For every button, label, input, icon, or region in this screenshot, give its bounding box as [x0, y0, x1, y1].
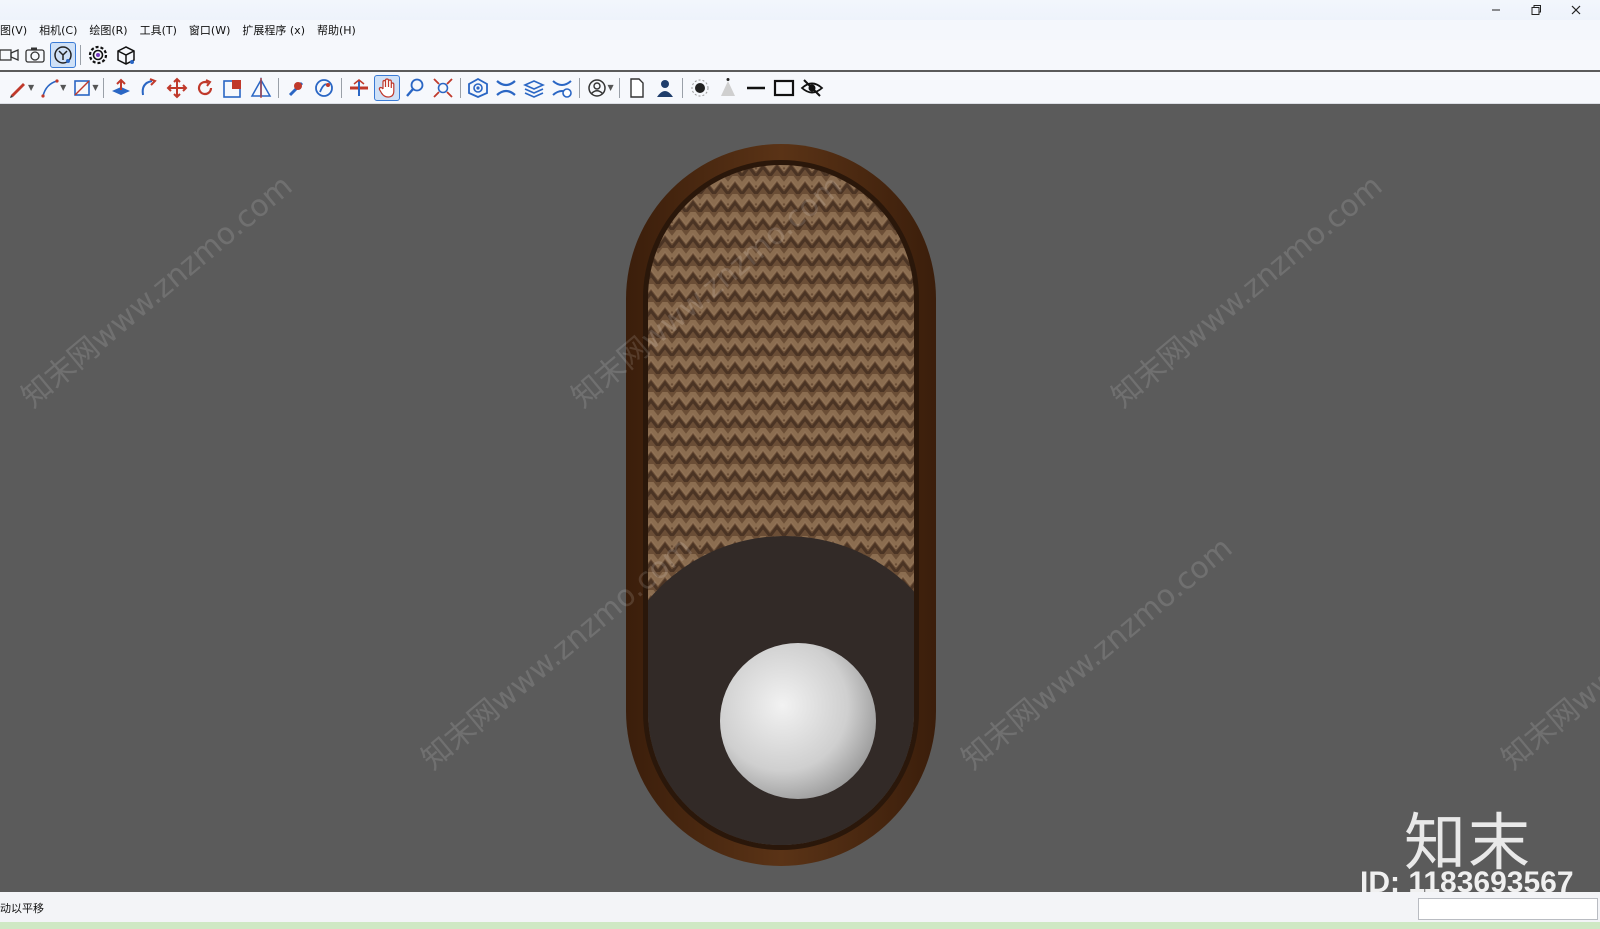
toolbar-separator [681, 77, 683, 98]
pan-button[interactable] [374, 74, 401, 101]
walk-button[interactable] [311, 75, 337, 101]
chevron-down-icon[interactable]: ▼ [28, 83, 34, 92]
move-button[interactable] [164, 75, 190, 101]
dot-icon [691, 79, 709, 96]
person-icon [656, 79, 673, 97]
push-pull-button[interactable] [108, 75, 134, 101]
toolbar-main: ▼ ▼ ▼ ▼ [0, 72, 1600, 104]
page-icon [629, 77, 644, 98]
settings-gear-icon [88, 45, 108, 65]
menu-extensions[interactable]: 扩展程序 (x) [236, 22, 311, 38]
taskbar-strip [0, 922, 1600, 929]
follow-me-button[interactable] [136, 75, 162, 101]
flip-button[interactable] [248, 75, 274, 101]
section-plane-button[interactable] [346, 75, 372, 101]
chevron-down-icon[interactable]: ▼ [60, 83, 66, 92]
video-camera-button[interactable] [0, 42, 20, 68]
close-icon [1571, 5, 1581, 15]
dot-button[interactable] [687, 75, 713, 101]
model-viewport[interactable]: 知末网www.znzmo.com 知末网www.znzmo.com 知末网www… [0, 104, 1600, 892]
toolbar-camera [0, 40, 1600, 70]
scale-button[interactable] [220, 75, 246, 101]
follow-me-icon [142, 77, 158, 95]
camera-pin-button[interactable] [50, 42, 76, 68]
rectangle-icon [74, 79, 91, 96]
layers-stack-icon [523, 79, 546, 98]
rotate-button[interactable] [192, 75, 218, 101]
cone-button[interactable] [715, 75, 741, 101]
toolbar-separator [460, 77, 462, 98]
restore-button[interactable] [1516, 0, 1556, 20]
layers-icon [496, 79, 517, 96]
minimize-button[interactable] [1476, 0, 1516, 20]
user-circle-icon [588, 78, 607, 97]
walk-icon [315, 78, 334, 97]
menu-camera[interactable]: 相机(C) [33, 22, 83, 38]
square-button[interactable] [771, 75, 797, 101]
menu-draw[interactable]: 绘图(R) [83, 22, 133, 38]
measurements-input[interactable] [1418, 898, 1598, 920]
person-button[interactable] [652, 75, 678, 101]
page-button[interactable] [624, 75, 650, 101]
camera-button[interactable] [22, 42, 48, 68]
toolbar-separator [103, 77, 105, 98]
menu-help[interactable]: 帮助(H) [311, 22, 362, 38]
zoom-extents-button[interactable] [430, 75, 456, 101]
square-icon [773, 79, 794, 96]
hide-icon [800, 78, 823, 97]
status-text: 动以平移 [0, 902, 44, 915]
position-camera-button[interactable] [283, 75, 309, 101]
section-plane-icon [350, 78, 369, 96]
zoom-extents-icon [433, 77, 454, 98]
sphere [720, 643, 876, 799]
restore-icon [1531, 5, 1541, 15]
sandbox-button[interactable] [465, 75, 491, 101]
camera-pin-icon [54, 46, 72, 64]
zoom-button[interactable] [402, 75, 428, 101]
chevron-down-icon[interactable]: ▼ [607, 83, 613, 92]
toolbar-separator [80, 45, 81, 65]
position-camera-icon [289, 81, 304, 96]
scale-icon [223, 79, 242, 98]
pan-icon [379, 77, 395, 98]
rotate-icon [198, 78, 213, 95]
minimize-icon [1492, 9, 1500, 11]
line-icon [41, 78, 59, 98]
layers-settings-button[interactable] [549, 75, 575, 101]
status-bar: 动以平移 [0, 892, 1600, 922]
settings-button[interactable] [85, 42, 111, 68]
brand-id: ID: 1183693567 [1360, 866, 1574, 892]
cone-icon [720, 77, 735, 96]
toolbar-separator [278, 77, 280, 98]
menu-bar: 图(V) 相机(C) 绘图(R) 工具(T) 窗口(W) 扩展程序 (x) 帮助… [0, 20, 1600, 40]
3d-box-button[interactable] [113, 42, 139, 68]
video-camera-icon [0, 49, 19, 61]
sandbox-icon [468, 77, 489, 98]
close-button[interactable] [1556, 0, 1596, 20]
push-pull-icon [112, 78, 131, 95]
layers-stack-button[interactable] [521, 75, 547, 101]
title-bar [0, 0, 1600, 20]
zoom-icon [406, 78, 424, 97]
minus-icon [746, 86, 765, 89]
menu-tools[interactable]: 工具(T) [134, 22, 183, 38]
3d-box-icon [117, 46, 135, 65]
layers-settings-icon [552, 79, 573, 98]
camera-icon [25, 47, 45, 63]
pencil-icon [10, 82, 25, 98]
move-icon [167, 77, 188, 98]
flip-icon [251, 76, 272, 98]
menu-window[interactable]: 窗口(W) [183, 22, 236, 38]
toolbar-separator [341, 77, 343, 98]
menu-view[interactable]: 图(V) [0, 22, 33, 38]
toolbar-separator [579, 77, 581, 98]
minus-button[interactable] [743, 75, 769, 101]
hide-button[interactable] [799, 75, 825, 101]
layers-button[interactable] [493, 75, 519, 101]
chevron-down-icon[interactable]: ▼ [92, 83, 98, 92]
toolbar-separator [618, 77, 620, 98]
